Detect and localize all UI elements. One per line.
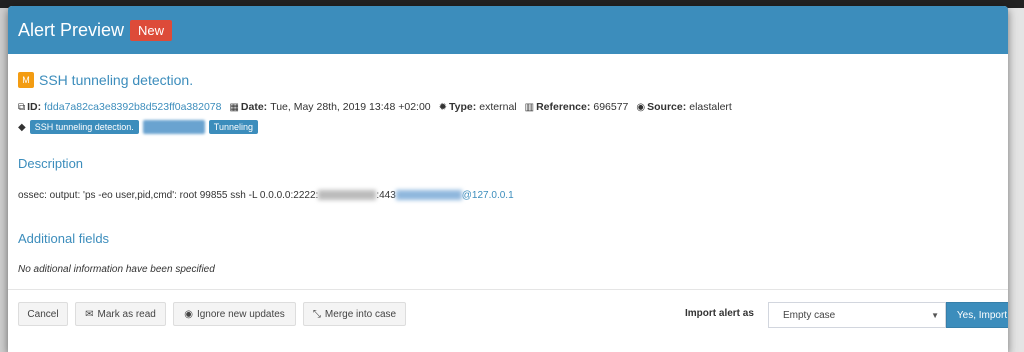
type-value: external	[479, 101, 517, 113]
alert-preview-modal: Alert Preview New M SSH tunneling detect…	[8, 6, 1008, 352]
cancel-label: Cancel	[27, 308, 59, 320]
id-label: ID:	[27, 101, 42, 113]
additional-fields-heading: Additional fields	[18, 231, 110, 246]
tag-item: SSH tunneling detection.	[29, 120, 139, 134]
new-badge: New	[130, 19, 173, 41]
yes-import-button[interactable]: Yes, Import	[946, 302, 1008, 328]
eye-icon: ◉	[184, 308, 193, 320]
background-left-edge	[0, 8, 8, 352]
compress-icon: ⤡	[312, 308, 321, 320]
description-host-link[interactable]: @127.0.0.1	[462, 190, 514, 201]
barcode-icon: ▥	[524, 101, 535, 113]
envelope-icon: ✉	[85, 308, 94, 320]
merge-label: Merge into case	[324, 308, 397, 320]
alert-id: ⧉ ID: fdda7a82ca3e8392b8d523ff0a382078	[18, 101, 221, 113]
merge-into-case-button[interactable]: ⤡ Merge into case	[303, 302, 406, 326]
redacted-user	[395, 190, 462, 201]
alert-date: ▦ Date: Tue, May 28th, 2019 13:48 +02:00	[229, 101, 430, 113]
mark-as-read-button[interactable]: ✉ Mark as read	[75, 302, 166, 326]
source-value: elastalert	[689, 101, 732, 113]
description-heading: Description	[18, 156, 84, 171]
tags-row: ◆ SSH tunneling detection. Tunneling	[18, 120, 258, 134]
tag-item: Tunneling	[208, 120, 258, 134]
description-port: :443	[376, 190, 396, 201]
modal-header: Alert Preview New	[8, 6, 1008, 54]
tags-icon: ◆	[18, 121, 26, 133]
alert-title: SSH tunneling detection.	[39, 72, 194, 88]
import-alert-label: Import alert as	[685, 308, 754, 319]
ignore-updates-button[interactable]: ◉ Ignore new updates	[173, 302, 296, 326]
date-value: Tue, May 28th, 2019 13:48 +02:00	[270, 101, 431, 113]
import-select-value: Empty case	[783, 309, 836, 321]
copy-icon[interactable]: ⧉	[18, 102, 25, 113]
ignore-updates-label: Ignore new updates	[196, 308, 285, 320]
severity-badge: M	[18, 72, 34, 88]
mark-as-read-label: Mark as read	[97, 308, 156, 320]
type-label: Type:	[449, 101, 477, 113]
footer-divider	[8, 289, 1008, 290]
alert-meta-row: ⧉ ID: fdda7a82ca3e8392b8d523ff0a382078 ▦…	[18, 101, 740, 113]
source-label: Source:	[647, 101, 687, 113]
reference-label: Reference:	[536, 101, 591, 113]
gear-icon: ✹	[438, 101, 448, 113]
modal-title: Alert Preview	[18, 19, 125, 40]
tag-item-redacted	[142, 120, 205, 134]
calendar-icon: ▦	[229, 101, 239, 113]
reference-value: 696577	[593, 101, 629, 113]
modal-footer: Cancel ✉ Mark as read ◉ Ignore new updat…	[18, 302, 1008, 328]
yes-import-label: Yes, Import	[956, 309, 1008, 321]
alert-title-row: M SSH tunneling detection.	[18, 72, 193, 88]
no-additional-info: No aditional information have been speci…	[18, 264, 215, 275]
import-case-select[interactable]: Empty case ▼	[768, 302, 946, 328]
description-prefix: ossec: output: 'ps -eo user,pid,cmd': ro…	[18, 190, 319, 201]
description-text: ossec: output: 'ps -eo user,pid,cmd': ro…	[18, 190, 514, 201]
date-label: Date:	[240, 101, 268, 113]
caret-down-icon: ▼	[931, 311, 939, 320]
target-icon: ◉	[636, 101, 646, 113]
alert-reference: ▥ Reference: 696577	[525, 101, 629, 113]
alert-source: ◉ Source: elastalert	[636, 101, 731, 113]
background-right-edge	[1008, 8, 1024, 352]
alert-type: ✹ Type: external	[439, 101, 517, 113]
redacted-ip	[318, 190, 377, 201]
id-value[interactable]: fdda7a82ca3e8392b8d523ff0a382078	[44, 101, 221, 113]
cancel-button[interactable]: Cancel	[18, 302, 68, 326]
